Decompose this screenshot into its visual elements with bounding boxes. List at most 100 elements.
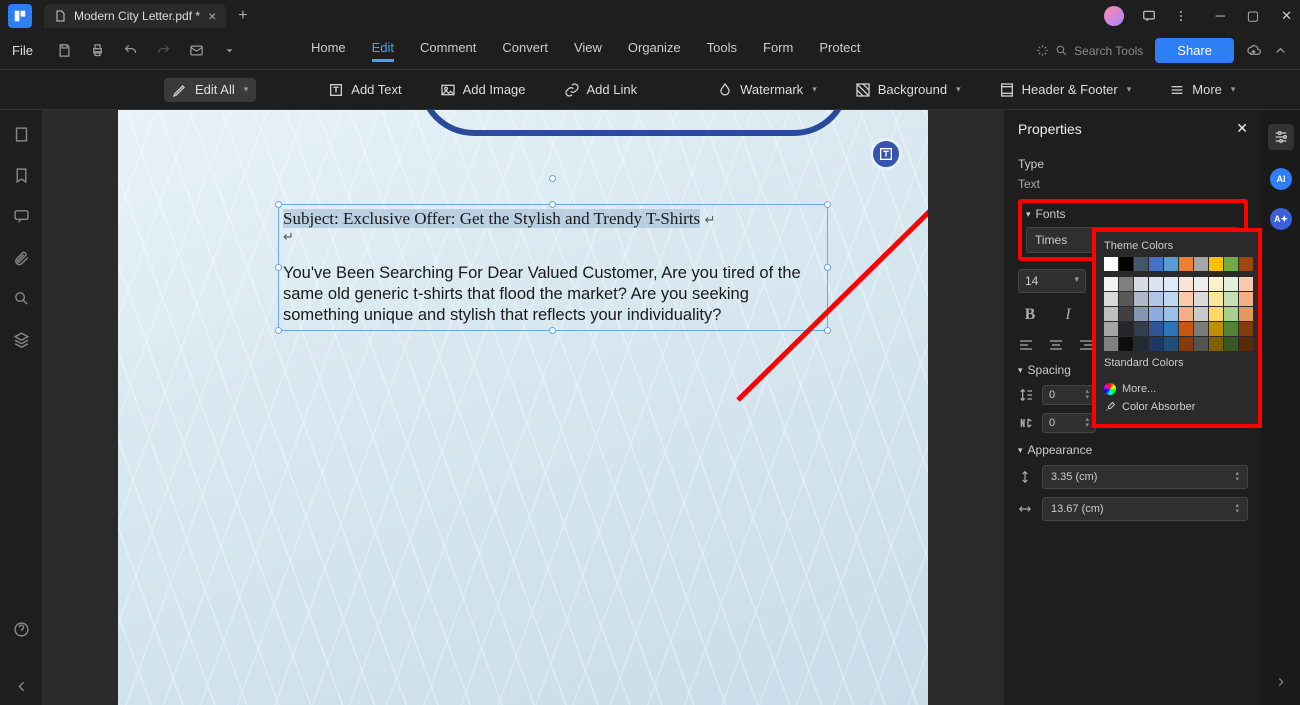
align-left-icon[interactable] [1018,337,1034,353]
fonts-label[interactable]: Fonts [1036,207,1066,221]
color-swatch[interactable] [1194,337,1208,351]
more-button[interactable]: More▾ [1161,78,1243,102]
color-swatch[interactable] [1134,322,1148,336]
color-swatch[interactable] [1104,277,1118,291]
user-avatar[interactable] [1104,6,1124,26]
chevron-left-icon[interactable] [13,678,30,695]
color-swatch[interactable] [1194,322,1208,336]
ai-badge-icon[interactable]: AI [1270,168,1292,190]
panel-close-icon[interactable]: ✕ [1236,120,1248,137]
color-swatch[interactable] [1104,257,1118,271]
color-swatch[interactable] [1224,257,1238,271]
appearance-label[interactable]: Appearance [1028,443,1093,457]
color-swatch[interactable] [1134,257,1148,271]
color-swatch[interactable] [1149,257,1163,271]
color-swatch[interactable] [1164,257,1178,271]
color-swatch[interactable] [1134,307,1148,321]
color-swatch[interactable] [1239,292,1253,306]
nav-home[interactable]: Home [311,40,346,62]
undo-icon[interactable] [123,43,138,58]
color-swatch[interactable] [1239,307,1253,321]
search-panel-icon[interactable] [13,290,30,307]
thumbnails-icon[interactable] [13,126,30,143]
color-swatch[interactable] [1224,307,1238,321]
color-swatch[interactable] [1104,337,1118,351]
print-icon[interactable] [90,43,105,58]
color-swatch[interactable] [1134,292,1148,306]
redo-icon[interactable] [156,43,171,58]
kebab-menu-icon[interactable] [1174,9,1188,23]
color-swatch[interactable] [1209,292,1223,306]
color-swatch[interactable] [1224,322,1238,336]
color-swatch[interactable] [1194,307,1208,321]
color-swatch[interactable] [1179,307,1193,321]
width-input[interactable]: 13.67 (cm)▴▾ [1042,497,1248,521]
file-menu[interactable]: File [12,43,33,58]
color-swatch[interactable] [1134,277,1148,291]
nav-comment[interactable]: Comment [420,40,476,62]
color-swatch[interactable] [1164,337,1178,351]
mail-icon[interactable] [189,43,204,58]
italic-icon[interactable]: I [1056,303,1080,327]
color-swatch[interactable] [1179,337,1193,351]
save-icon[interactable] [57,43,72,58]
document-tab[interactable]: Modern City Letter.pdf * × [44,4,226,28]
char-spacing-input[interactable]: 0▴▾ [1042,413,1096,433]
color-swatch[interactable] [1209,322,1223,336]
color-swatch[interactable] [1134,337,1148,351]
align-center-icon[interactable] [1048,337,1064,353]
bold-icon[interactable]: B [1018,303,1042,327]
height-input[interactable]: 3.35 (cm)▴▾ [1042,465,1248,489]
font-size-select[interactable]: 14▾ [1018,269,1086,293]
text-subject-line[interactable]: Subject: Exclusive Offer: Get the Stylis… [283,209,700,228]
new-tab-button[interactable]: + [238,7,247,25]
color-swatch[interactable] [1104,322,1118,336]
color-swatch[interactable] [1194,292,1208,306]
cloud-upload-icon[interactable] [1246,43,1261,58]
nav-form[interactable]: Form [763,40,793,62]
add-link-button[interactable]: Add Link [556,78,646,102]
color-picker-popup[interactable]: Theme Colors Standard Colors More... Col… [1092,228,1262,428]
color-swatch[interactable] [1119,322,1133,336]
color-swatch[interactable] [1209,277,1223,291]
color-swatch[interactable] [1179,292,1193,306]
color-swatch[interactable] [1194,257,1208,271]
comment-icon[interactable] [13,208,30,225]
layers-icon[interactable] [13,331,30,348]
color-swatch[interactable] [1179,322,1193,336]
tab-close-icon[interactable]: × [208,8,216,24]
watermark-button[interactable]: Watermark▾ [709,78,825,102]
more-colors-button[interactable]: More... [1104,380,1250,398]
edit-all-button[interactable]: Edit All▾ [164,78,256,102]
color-swatch[interactable] [1149,277,1163,291]
share-button[interactable]: Share [1155,38,1234,63]
ai-sparkle-icon[interactable]: A✦ [1270,208,1292,230]
color-swatch[interactable] [1104,307,1118,321]
properties-toggle-icon[interactable] [1268,124,1294,150]
color-swatch[interactable] [1239,337,1253,351]
window-maximize-icon[interactable]: ▢ [1247,8,1259,24]
color-swatch[interactable] [1149,307,1163,321]
selected-text-box[interactable]: Subject: Exclusive Offer: Get the Stylis… [278,204,828,331]
chat-icon[interactable] [1142,9,1156,23]
text-body[interactable]: You've Been Searching For Dear Valued Cu… [283,263,823,326]
nav-convert[interactable]: Convert [502,40,548,62]
nav-protect[interactable]: Protect [819,40,860,62]
window-close-icon[interactable]: ✕ [1281,8,1292,24]
color-swatch[interactable] [1119,257,1133,271]
nav-tools[interactable]: Tools [707,40,737,62]
color-swatch[interactable] [1224,337,1238,351]
color-swatch[interactable] [1239,277,1253,291]
color-swatch[interactable] [1119,292,1133,306]
color-swatch[interactable] [1209,307,1223,321]
color-absorber-button[interactable]: Color Absorber [1104,398,1250,416]
color-swatch[interactable] [1224,292,1238,306]
chevron-right-icon[interactable] [1274,675,1288,689]
theme-color-row[interactable] [1104,257,1250,271]
spacing-label[interactable]: Spacing [1028,363,1071,377]
help-icon[interactable] [13,621,30,638]
document-canvas[interactable]: Subject: Exclusive Offer: Get the Stylis… [42,110,1004,705]
color-swatch[interactable] [1239,322,1253,336]
color-swatch[interactable] [1164,322,1178,336]
bookmark-icon[interactable] [13,167,30,184]
